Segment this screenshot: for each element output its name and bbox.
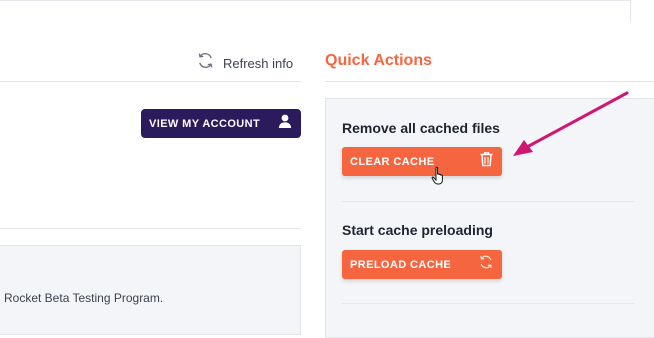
refresh-info-button[interactable]: Refresh info <box>196 51 293 75</box>
sync-icon <box>478 254 494 275</box>
top-right-vertical-divider <box>630 0 631 22</box>
content-divider <box>0 228 301 229</box>
annotation-arrow-icon <box>505 88 633 165</box>
top-divider <box>0 0 630 1</box>
quick-actions-title: Quick Actions <box>325 52 432 69</box>
header-divider-left <box>0 81 301 82</box>
preload-cache-button[interactable]: PRELOAD CACHE <box>342 250 502 279</box>
header-divider-right <box>325 81 654 82</box>
quick-actions-bottom-divider <box>342 303 634 304</box>
info-card <box>0 245 301 335</box>
hand-cursor-icon <box>431 166 447 191</box>
clear-cache-label: CLEAR CACHE <box>350 155 435 168</box>
trash-icon <box>479 151 494 172</box>
refresh-info-label: Refresh info <box>223 55 294 71</box>
view-my-account-label: VIEW MY ACCOUNT <box>149 117 261 130</box>
preload-cache-label: PRELOAD CACHE <box>350 258 452 271</box>
preload-cache-title: Start cache preloading <box>342 222 493 238</box>
view-my-account-button[interactable]: VIEW MY ACCOUNT <box>141 109 301 138</box>
user-icon <box>277 113 293 134</box>
quick-actions-section-divider <box>342 201 634 202</box>
clear-cache-button[interactable]: CLEAR CACHE <box>342 147 502 176</box>
beta-program-text: Rocket Beta Testing Program. <box>4 291 164 305</box>
refresh-icon <box>196 51 215 75</box>
remove-cache-title: Remove all cached files <box>342 120 500 136</box>
